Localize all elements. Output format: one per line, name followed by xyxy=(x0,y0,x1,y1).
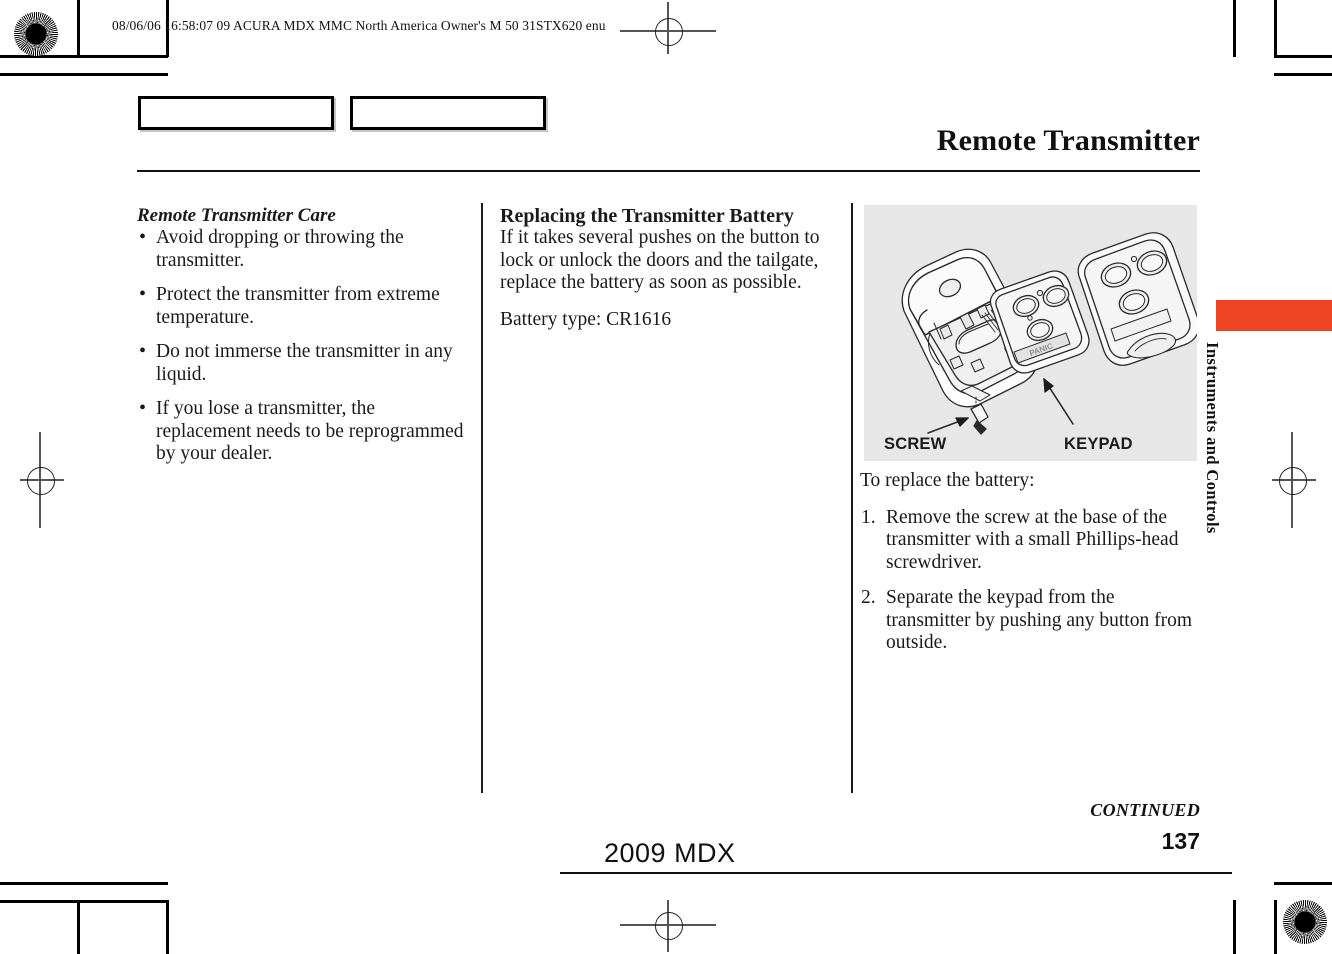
registration-target-top-left xyxy=(14,12,58,56)
column-divider-left xyxy=(481,203,484,793)
registration-crosshair-left xyxy=(16,432,64,528)
registration-crosshair-bottom xyxy=(620,900,716,952)
print-meta-line: 08/06/06 16:58:07 09 ACURA MDX MMC North… xyxy=(112,18,606,33)
right-column: To replace the battery: Remove the screw… xyxy=(860,470,1200,668)
list-item: Avoid dropping or throwing the transmitt… xyxy=(137,226,472,272)
section-tab-label: Instruments and Controls xyxy=(1203,342,1222,534)
middle-column: Replacing the Transmitter Battery If it … xyxy=(500,205,838,331)
page-number: 137 xyxy=(1161,828,1200,854)
list-item: Separate the keypad from the transmitter… xyxy=(861,587,1193,653)
crop-mark-bottom-right-vertical xyxy=(1274,900,1277,954)
header-tag-box-left xyxy=(138,96,334,130)
model-year-label: 2009 MDX xyxy=(604,838,736,868)
footer-rule xyxy=(560,872,1232,874)
crop-mark-top-right-horizontal xyxy=(1274,55,1332,58)
figure-label-keypad: KEYPAD xyxy=(1064,435,1133,453)
crop-mark-bottom-left-horizontal xyxy=(0,882,168,885)
registration-crosshair-right xyxy=(1268,432,1316,528)
figure-label-screw: SCREW xyxy=(884,435,947,453)
crop-mark-top-left-inner-horizontal xyxy=(0,55,168,58)
crop-mark-bottom-right-vertical-outer xyxy=(1233,900,1236,954)
list-item: Remove the screw at the base of the tran… xyxy=(861,506,1179,573)
crop-mark-top-right-vertical-outer xyxy=(1233,0,1236,57)
list-item: If you lose a transmitter, the replaceme… xyxy=(137,397,472,466)
battery-type-text: Battery type: CR1616 xyxy=(500,308,672,330)
transmitter-care-list: Avoid dropping or throwing the transmitt… xyxy=(137,226,472,466)
crop-mark-bottom-left-inner-horizontal xyxy=(0,900,168,903)
section-tab-marker xyxy=(1216,300,1332,331)
registration-target-bottom-right xyxy=(1283,900,1327,944)
battery-replacement-paragraph: If it takes several pushes on the button… xyxy=(500,227,820,293)
left-column: Remote Transmitter Care Avoid dropping o… xyxy=(137,205,472,478)
transmitter-exploded-figure: PANIC xyxy=(864,205,1197,461)
left-column-heading: Remote Transmitter Care xyxy=(137,205,336,226)
page-title: Remote Transmitter xyxy=(936,124,1200,157)
column-divider-right xyxy=(851,203,854,793)
replace-battery-steps: Remove the screw at the base of the tran… xyxy=(860,507,1200,655)
crop-mark-top-left-vertical xyxy=(77,0,80,57)
list-item: Do not immerse the transmitter in any li… xyxy=(137,340,472,386)
list-item: Protect the transmitter from extreme tem… xyxy=(137,283,472,329)
middle-column-heading: Replacing the Transmitter Battery xyxy=(500,205,794,227)
replace-battery-intro: To replace the battery: xyxy=(860,470,1035,491)
crop-mark-bottom-right-horizontal xyxy=(1274,882,1332,885)
continued-label: CONTINUED xyxy=(1090,800,1200,820)
crop-mark-top-left-horizontal xyxy=(0,73,168,76)
title-underline-rule xyxy=(137,170,1200,172)
header-tag-box-right xyxy=(350,96,546,130)
crop-mark-bottom-left-vertical-outer xyxy=(166,900,169,954)
crop-mark-top-right-inner-horizontal xyxy=(1274,73,1332,76)
crop-mark-top-right-vertical xyxy=(1274,0,1277,57)
crop-mark-bottom-left-vertical xyxy=(77,900,80,954)
registration-crosshair-top xyxy=(620,2,716,54)
